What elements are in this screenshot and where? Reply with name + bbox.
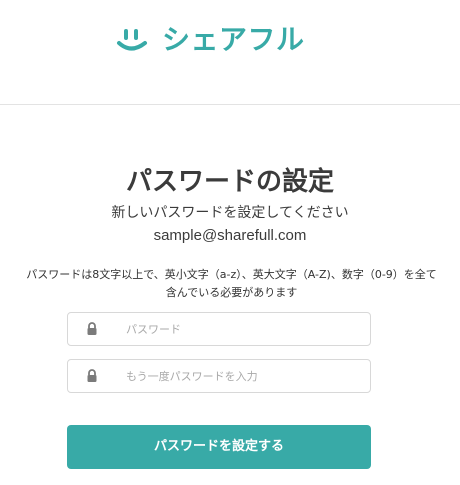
confirm-password-field[interactable] [67,359,371,393]
header: シェアフル [0,0,460,105]
brand-logo-text: シェアフル [162,23,305,56]
password-field[interactable] [67,312,371,346]
lock-icon [87,369,97,382]
account-email: sample@sharefull.com [153,227,307,244]
set-password-button[interactable]: パスワードを設定する [67,425,371,469]
password-input[interactable] [126,313,356,345]
password-requirements: パスワードは8文字以上で、英小文字（a-z）、英大文字（A-Z)、数字（0-9）… [26,268,437,299]
lock-icon [87,322,97,335]
password-reset-panel: パスワードの設定 新しいパスワードを設定してください sample@sharef… [0,105,460,485]
instruction-text: 新しいパスワードを設定してください [111,205,349,221]
smile-icon [117,29,147,51]
confirm-password-input[interactable] [126,360,356,392]
brand-logo[interactable]: シェアフル [116,26,305,54]
page-title: パスワードの設定 [125,167,334,198]
